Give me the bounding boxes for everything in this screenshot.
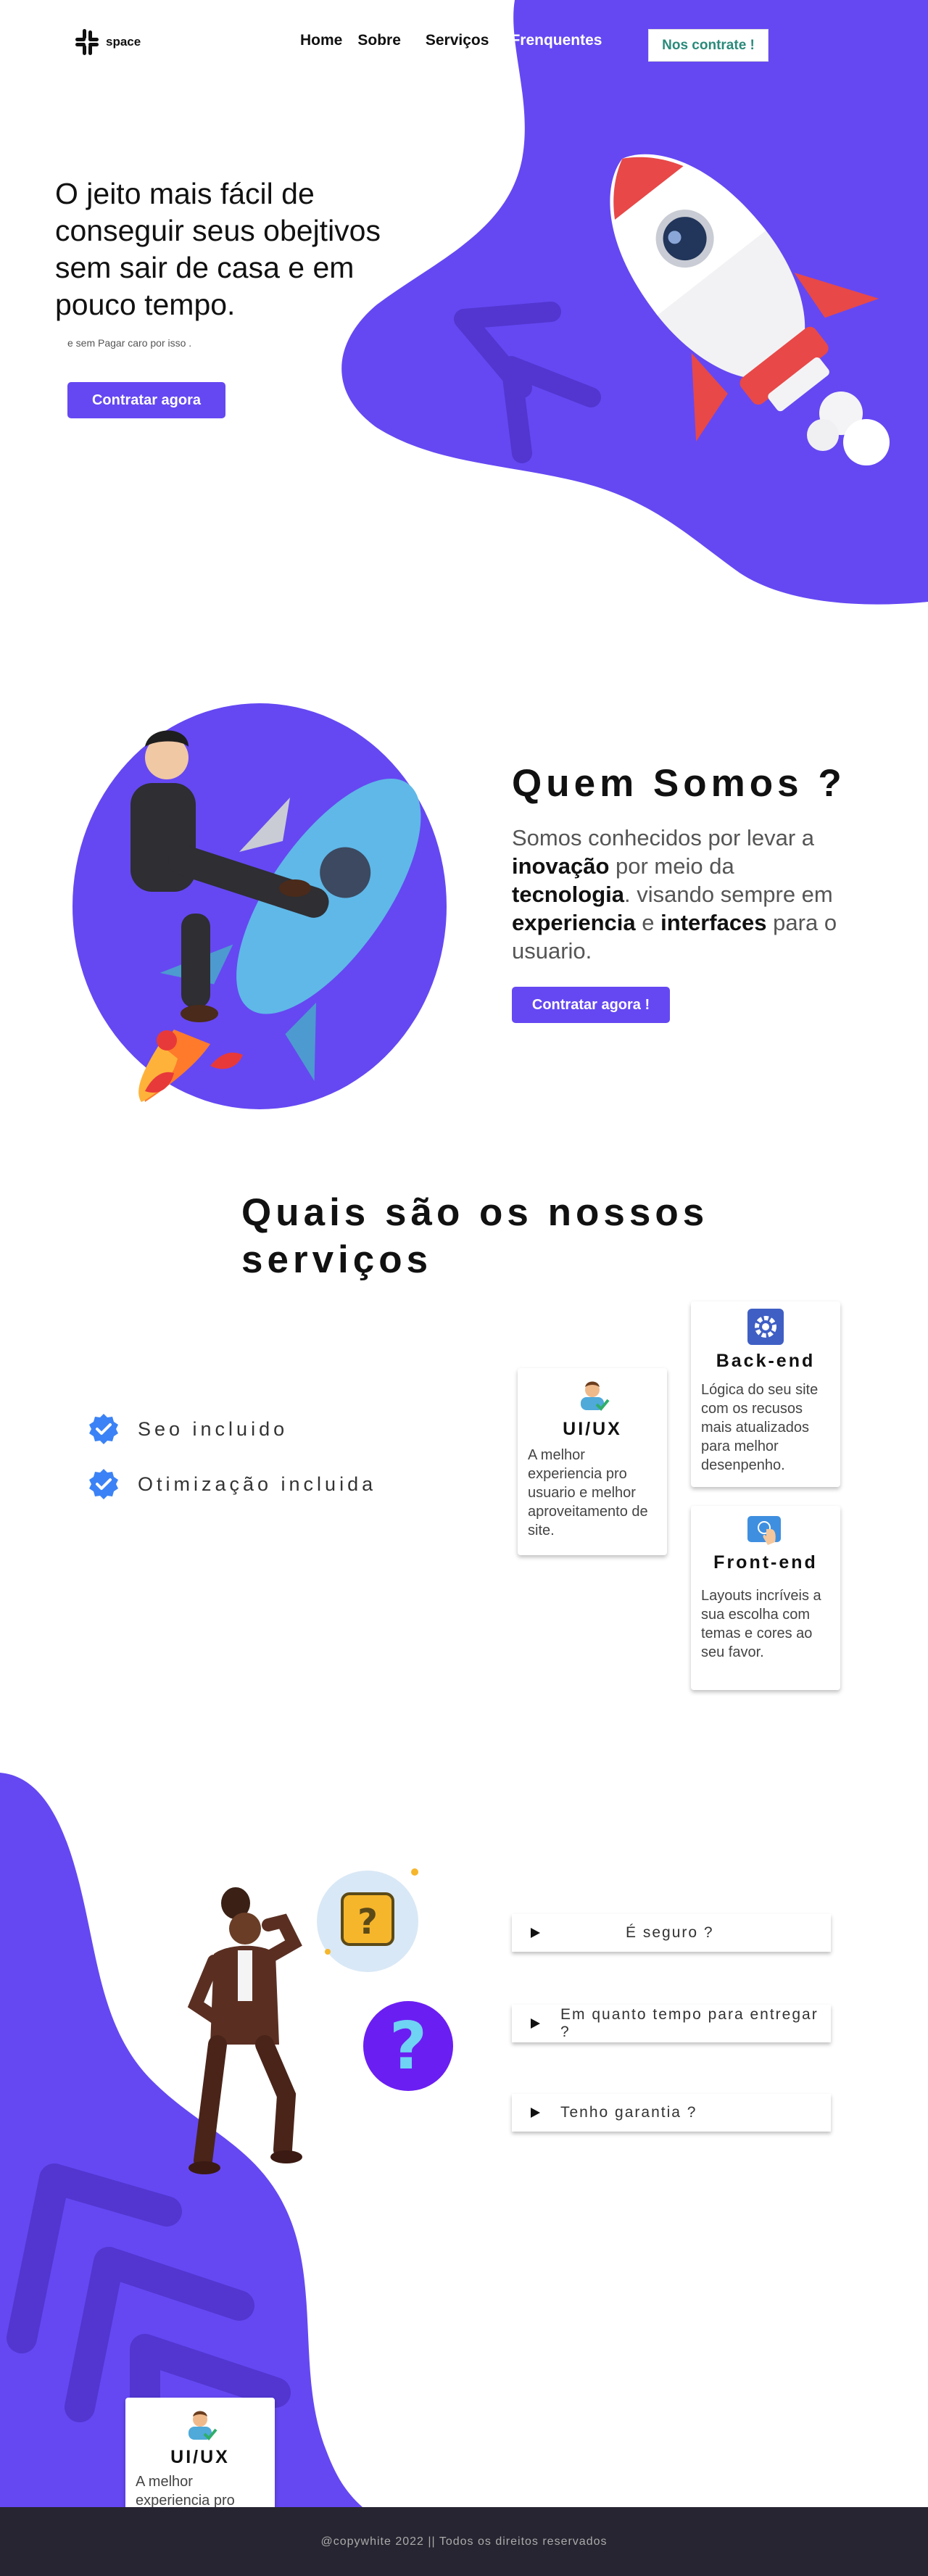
play-arrow-icon — [531, 1928, 540, 1938]
card-title: Front-end — [713, 1552, 818, 1573]
feature-label: Otimização incluida — [138, 1473, 377, 1495]
card-description: A melhor experiencia pro — [136, 2474, 235, 2507]
brand-name: space — [106, 35, 141, 49]
hero-subtitle: e sem Pagar caro por isso . — [67, 337, 192, 349]
svg-text:?: ? — [389, 2008, 427, 2084]
play-arrow-icon — [531, 2018, 540, 2029]
feature-item-otimizacao: Otimização incluida — [87, 1467, 376, 1501]
main-nav: Home Sobre Serviços Frenquentes — [300, 32, 602, 49]
faq-question: É seguro ? — [626, 1924, 714, 1941]
faq-question: Em quanto tempo para entregar ? — [560, 2006, 819, 2040]
play-arrow-icon — [531, 2108, 540, 2118]
feature-label: Seo incluido — [138, 1417, 289, 1440]
verified-check-icon — [89, 1414, 118, 1444]
card-description: Layouts incríveis a sua escolha com tema… — [701, 1588, 821, 1660]
touch-screen-icon — [747, 1516, 781, 1545]
brand-logo[interactable]: space — [72, 28, 141, 57]
service-card-uiux-partial[interactable]: UI/UX A melhor experiencia pro — [125, 2398, 275, 2507]
businessman-rocket-illustration — [72, 703, 447, 1109]
hero-title: O jeito mais fácil de conseguir seus obe… — [55, 177, 381, 321]
service-card-backend[interactable]: Back-end Lógica do seu site com os recus… — [691, 1301, 840, 1487]
footer-copyright: @copywhite 2022 || Todos os direitos res… — [320, 2535, 608, 2548]
svg-text:?: ? — [357, 1902, 378, 1942]
service-card-uiux[interactable]: UI/UX A melhor experiencia pro usuario e… — [518, 1368, 667, 1555]
about-heading: Quem Somos ? — [512, 762, 846, 805]
page-footer: @copywhite 2022 || Todos os direitos res… — [0, 2507, 928, 2576]
about-cta-button[interactable]: Contratar agora ! — [512, 987, 670, 1023]
verified-check-icon — [89, 1469, 118, 1499]
designer-avatar-icon — [188, 2411, 218, 2440]
gear-icon — [747, 1309, 784, 1345]
nav-item-home[interactable]: Home — [300, 32, 342, 49]
about-text: Somos conhecidos por levar a inovação po… — [512, 825, 837, 964]
card-title: UI/UX — [563, 1419, 622, 1439]
services-heading: Quais são os nossos serviços — [241, 1191, 709, 1281]
slack-like-logo-icon — [75, 29, 99, 55]
card-title: UI/UX — [170, 2447, 230, 2467]
feature-item-seo: Seo incluido — [87, 1412, 288, 1446]
faq-question: Tenho garantia ? — [560, 2104, 697, 2121]
faq-item[interactable]: É seguro ? — [512, 1914, 831, 1952]
card-description: Lógica do seu site com os recusos mais a… — [701, 1382, 819, 1473]
hire-us-button[interactable]: Nos contrate ! — [648, 29, 768, 62]
nav-item-sobre[interactable]: Sobre — [357, 32, 401, 49]
designer-avatar-icon — [581, 1381, 610, 1411]
faq-item[interactable]: Em quanto tempo para entregar ? — [512, 2005, 831, 2042]
card-description: A melhor experiencia pro usuario e melho… — [528, 1447, 648, 1538]
card-title: Back-end — [716, 1351, 816, 1371]
service-card-frontend[interactable]: Front-end Layouts incríveis a sua escolh… — [691, 1506, 840, 1690]
hero-cta-button[interactable]: Contratar agora — [67, 382, 225, 418]
nav-item-servicos[interactable]: Serviços — [426, 32, 489, 49]
faq-item[interactable]: Tenho garantia ? — [512, 2094, 831, 2132]
nav-item-frequentes[interactable]: Frenquentes — [510, 32, 602, 49]
rocket-illustration — [610, 154, 890, 465]
thinking-woman-illustration: ? ? — [187, 1868, 453, 2174]
